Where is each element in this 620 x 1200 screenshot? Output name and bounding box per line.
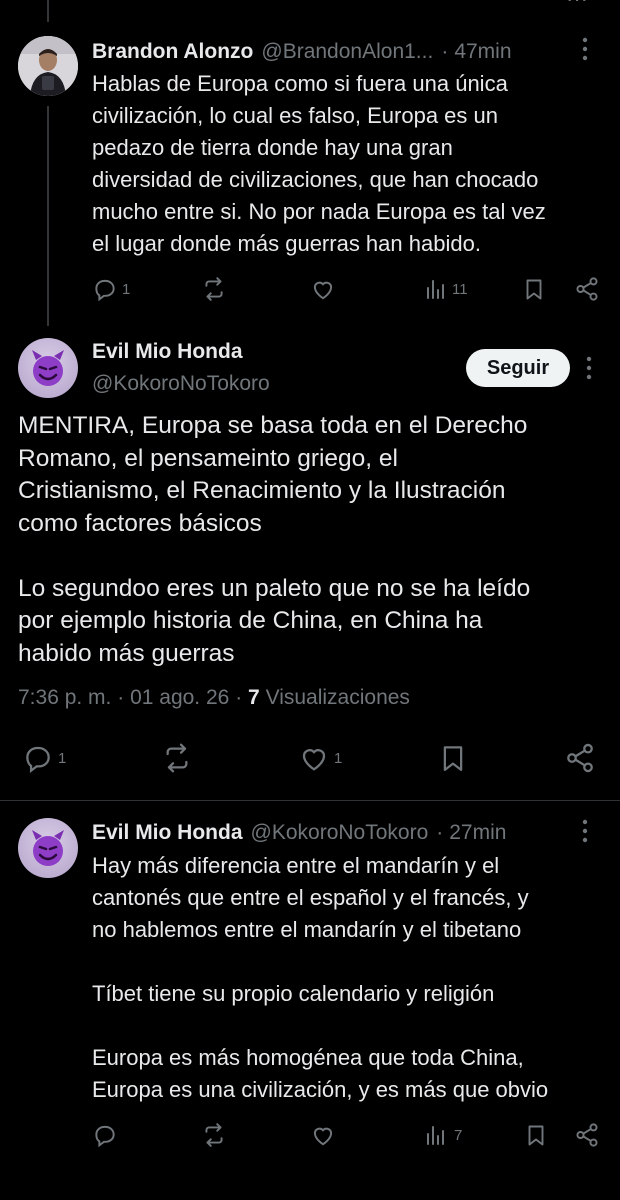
like-button[interactable] [310, 1122, 336, 1148]
views-label: Visualizaciones [265, 686, 410, 709]
share-button[interactable] [574, 1122, 600, 1148]
follow-button[interactable]: Seguir [466, 349, 570, 387]
post-meta: 7:36 p. m. · 01 ago. 26 · 7 Visualizacio… [18, 686, 410, 710]
share-icon [576, 1123, 598, 1147]
separator: · [436, 821, 444, 844]
more-icon[interactable] [582, 818, 588, 849]
share-button[interactable] [564, 742, 596, 774]
reply-header: Brandon Alonzo @BrandonAlon1... · 47min [92, 40, 562, 64]
author-name[interactable]: Evil Mio Honda [92, 340, 243, 364]
separator: · [235, 686, 243, 709]
views-icon [427, 1126, 444, 1145]
like-button[interactable]: 1 [298, 742, 342, 774]
repost-icon [166, 743, 188, 773]
views-count: 7 [248, 686, 260, 709]
avatar[interactable] [18, 36, 78, 96]
share-icon [576, 277, 598, 301]
share-icon [567, 743, 593, 773]
more-icon[interactable] [582, 36, 588, 66]
repost-button[interactable] [200, 276, 228, 302]
bookmark-button[interactable] [524, 1122, 548, 1148]
post-time[interactable]: 7:36 p. m. [18, 686, 111, 709]
post-time[interactable]: 47min [454, 40, 511, 64]
views-icon [427, 280, 444, 299]
author-handle[interactable]: @KokoroNoTokoro [92, 372, 270, 396]
views-button[interactable]: 11 [424, 276, 468, 302]
reply-icon [95, 279, 115, 302]
post-date[interactable]: 01 ago. 26 [130, 686, 229, 709]
reply-text: Hay más diferencia entre el mandarín y e… [92, 853, 549, 1102]
author-handle[interactable]: @KokoroNoTokoro [251, 821, 429, 845]
divider [0, 800, 620, 801]
thread-line-top [47, 0, 49, 22]
views-count: 7 [454, 1126, 463, 1144]
reply-count: 1 [58, 749, 67, 767]
reply-icon [95, 1125, 115, 1148]
like-button[interactable] [310, 276, 336, 302]
thread-line [47, 106, 49, 326]
reply-count: 1 [122, 280, 131, 298]
bookmark-icon [526, 279, 542, 300]
reply-text: Hablas de Europa como si fuera una única… [92, 71, 546, 256]
like-icon [302, 749, 326, 771]
post-text: MENTIRA, Europa se basa toda en el Derec… [18, 412, 531, 667]
reply-header: Evil Mio Honda @KokoroNoTokoro · 27min [92, 821, 572, 845]
bookmark-button[interactable] [438, 742, 468, 774]
reply-button[interactable]: 1 [22, 742, 66, 774]
bookmark-button[interactable] [522, 276, 546, 302]
separator: · [117, 686, 125, 709]
reply-icon [26, 746, 50, 773]
reply-button[interactable]: 1 [92, 276, 130, 302]
like-count: 1 [334, 749, 343, 767]
repost-icon [205, 277, 223, 301]
author-name[interactable]: Brandon Alonzo [92, 40, 253, 64]
repost-button[interactable] [200, 1122, 228, 1148]
repost-icon [205, 1123, 223, 1147]
author-name[interactable]: Evil Mio Honda [92, 821, 243, 845]
like-icon [313, 281, 333, 300]
avatar[interactable] [18, 818, 78, 878]
bookmark-icon [528, 1125, 544, 1146]
share-button[interactable] [574, 276, 600, 302]
post-time[interactable]: 27min [449, 821, 506, 845]
author-handle[interactable]: @BrandonAlon1... [261, 40, 433, 64]
more-icon[interactable] [586, 355, 592, 386]
views-count: 11 [452, 280, 468, 298]
like-icon [313, 1127, 333, 1146]
reply-button[interactable] [92, 1122, 118, 1148]
repost-button[interactable] [160, 742, 194, 774]
more-icon[interactable]: ··· [566, 0, 588, 12]
avatar[interactable] [18, 338, 78, 398]
separator: · [441, 40, 449, 63]
bookmark-icon [443, 746, 463, 771]
views-button[interactable]: 7 [424, 1122, 462, 1148]
